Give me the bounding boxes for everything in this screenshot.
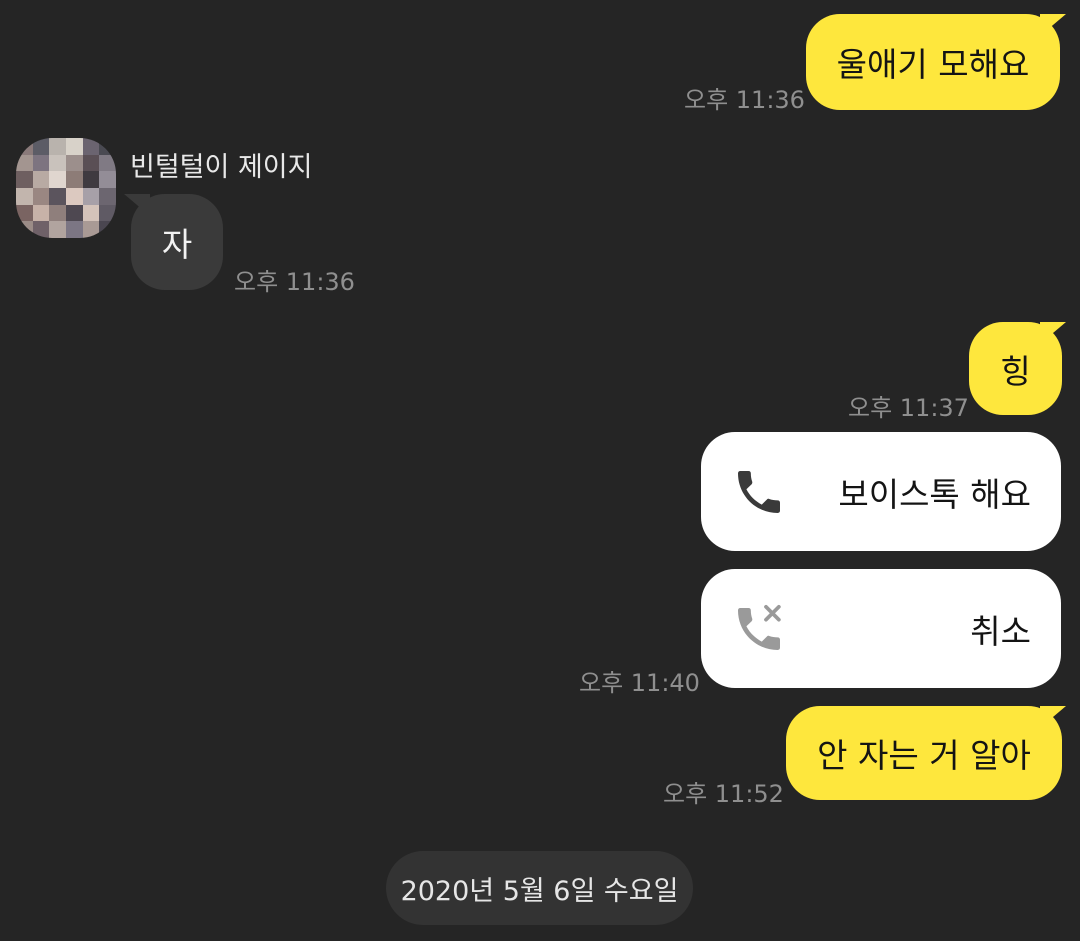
- avatar-pixel: [65, 171, 83, 188]
- message-text: 울애기 모해요: [836, 45, 1030, 84]
- message-time: 오후 11:52: [663, 780, 784, 808]
- phone-cancelled-icon: [738, 604, 781, 650]
- cancelled-call-label: 취소: [970, 611, 1031, 651]
- avatar-pixel: [99, 171, 116, 188]
- message-text: 자: [161, 225, 193, 264]
- avatar-pixel: [82, 204, 100, 222]
- avatar-pixel: [99, 187, 116, 205]
- voice-talk-label: 보이스톡 해요: [838, 474, 1031, 514]
- phone-icon: [738, 470, 780, 513]
- avatar-pixel: [99, 221, 116, 238]
- avatar-pixel: [16, 154, 33, 172]
- avatar-pixel: [49, 187, 66, 205]
- avatar-pixel: [32, 187, 50, 205]
- avatar-pixel: [32, 204, 50, 222]
- avatar-pixel: [49, 221, 66, 238]
- avatar-pixel: [65, 138, 83, 155]
- date-divider: 2020년 5월 6일 수요일: [386, 851, 693, 925]
- avatar-pixel: [99, 138, 116, 155]
- sender-name: 빈털털이 제이지: [130, 152, 313, 183]
- avatar-pixel: [49, 138, 66, 155]
- message-time: 오후 11:36: [684, 86, 805, 114]
- avatar-pixel: [82, 138, 100, 155]
- avatar-pixel: [82, 187, 100, 205]
- message-bubble-other[interactable]: 자: [131, 194, 223, 290]
- cancelled-call-card[interactable]: 취소: [701, 569, 1061, 688]
- message-bubble-mine[interactable]: 힝: [969, 322, 1062, 415]
- avatar-pixel: [65, 187, 83, 205]
- message-time: 오후 11:36: [234, 268, 355, 296]
- avatar-pixel: [82, 221, 100, 238]
- voice-talk-card[interactable]: 보이스톡 해요: [701, 432, 1061, 551]
- avatar-pixel: [16, 138, 33, 155]
- avatar-pixel: [16, 204, 33, 222]
- message-time: 오후 11:40: [579, 669, 700, 697]
- avatar-pixel: [82, 154, 100, 172]
- message-text: 안 자는 거 알아: [817, 736, 1031, 775]
- message-bubble-mine[interactable]: 울애기 모해요: [806, 14, 1060, 110]
- profile-avatar[interactable]: [16, 138, 116, 238]
- avatar-pixel: [82, 171, 100, 188]
- date-divider-label: 2020년 5월 6일 수요일: [400, 875, 679, 907]
- avatar-pixel: [16, 171, 33, 188]
- avatar-pixel: [65, 221, 83, 238]
- chat-screen: 울애기 모해요 오후 11:36 빈털털이 제이지 자 오후 11:36 힝 오…: [0, 0, 1080, 941]
- message-bubble-mine[interactable]: 안 자는 거 알아: [786, 706, 1062, 800]
- avatar-pixel: [32, 154, 50, 172]
- avatar-pixel: [49, 154, 66, 172]
- avatar-pixel: [32, 171, 50, 188]
- avatar-pixel: [99, 204, 116, 222]
- avatar-pixel: [32, 138, 50, 155]
- avatar-pixel: [49, 171, 66, 188]
- avatar-pixel: [49, 204, 66, 222]
- avatar-pixel: [65, 154, 83, 172]
- avatar-pixel: [32, 221, 50, 238]
- avatar-pixel: [99, 154, 116, 172]
- message-time: 오후 11:37: [848, 394, 969, 422]
- avatar-pixel: [16, 187, 33, 205]
- message-text: 힝: [1000, 351, 1031, 391]
- avatar-pixel: [16, 221, 33, 238]
- avatar-pixel: [65, 204, 83, 222]
